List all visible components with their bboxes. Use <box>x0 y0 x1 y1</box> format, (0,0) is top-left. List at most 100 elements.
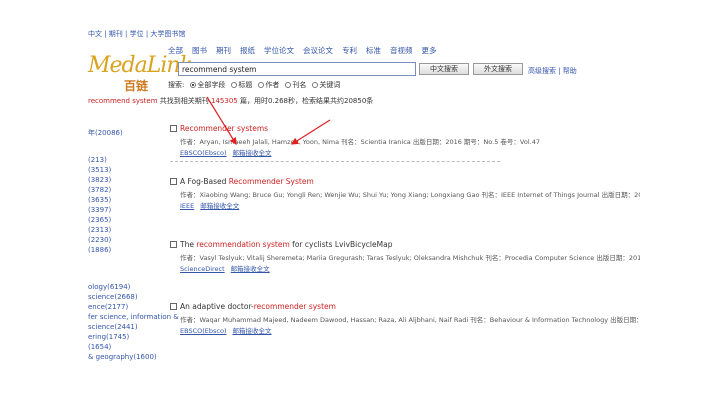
facet-item[interactable]: & geography(1600) <box>88 353 157 361</box>
facet-item[interactable]: (3823) <box>88 176 111 184</box>
scope-option[interactable]: 全部字段 <box>190 80 225 90</box>
result-title-row[interactable]: A Fog-Based Recommender System <box>170 177 640 186</box>
search-type-nav: 全部 图书 期刊 报纸 学位论文 会议论文 专利 标准 音视频 更多 <box>168 45 437 56</box>
source-link[interactable]: EBSCO(Ebsco) <box>180 149 226 157</box>
title-highlight: recommendation system <box>196 240 290 249</box>
nav-item[interactable]: 专利 <box>342 45 357 56</box>
facet-item[interactable]: 年(20086) <box>88 128 123 138</box>
result-middle: 共找到相关期刊 <box>159 97 209 105</box>
source-link[interactable]: IEEE <box>180 202 194 210</box>
facet-item[interactable]: science(2441) <box>88 323 138 331</box>
search-input[interactable] <box>178 62 416 76</box>
nav-item[interactable]: 图书 <box>192 45 207 56</box>
nav-item[interactable]: 会议论文 <box>303 45 333 56</box>
scope-option-label: 作者 <box>265 81 280 89</box>
result-meta: 作者：Vasyl Teslyuk; Vitalij Sheremeta; Mar… <box>180 254 640 262</box>
result-title-row[interactable]: Recommender systems <box>170 124 640 133</box>
title-highlight: Recommender systems <box>180 124 269 133</box>
title-highlight: recommender system <box>253 302 336 311</box>
nav-item[interactable]: 标准 <box>366 45 381 56</box>
divider <box>170 161 500 162</box>
result-meta: 作者：Xiaobing Wang; Bruce Gu; Yongli Ren; … <box>180 191 640 199</box>
result-links: IEEE 邮箱接收全文 <box>180 200 640 210</box>
facet-item[interactable]: (2313) <box>88 226 111 234</box>
nav-item[interactable]: 全部 <box>168 45 183 56</box>
radio-icon[interactable] <box>285 82 292 88</box>
scope-option[interactable]: 标题 <box>231 80 252 90</box>
radio-icon[interactable] <box>231 82 238 88</box>
result-links: ScienceDirect 邮箱接收全文 <box>180 263 640 273</box>
email-fulltext-link[interactable]: 邮箱接收全文 <box>231 265 270 273</box>
checkbox-icon[interactable] <box>170 125 177 132</box>
radio-icon[interactable] <box>258 82 265 88</box>
logo-cn: 百链 <box>124 79 149 93</box>
top-bar[interactable]: 中文 | 期刊 | 学位 | 大学图书馆 <box>88 29 185 39</box>
result-title-row[interactable]: The recommendation system for cyclists L… <box>170 240 640 249</box>
facet-item[interactable]: (1654) <box>88 343 111 351</box>
title-highlight: Recommender System <box>228 177 314 186</box>
result-count: 145305 <box>211 97 238 105</box>
facet-item[interactable]: ology(6194) <box>88 283 130 291</box>
scope-label: 搜索: <box>168 81 185 89</box>
result-item: A Fog-Based Recommender System 作者：Xiaobin… <box>170 177 640 210</box>
title-post: for cyclists LvivBicycleMap <box>289 240 393 249</box>
result-links: EBSCO(Ebsco) 邮箱接收全文 <box>180 147 640 157</box>
result-meta: 作者：Waqar Muhammad Majeed, Nadeem Dawood,… <box>180 316 640 324</box>
email-fulltext-link[interactable]: 邮箱接收全文 <box>232 327 271 335</box>
radio-icon[interactable] <box>312 82 319 88</box>
radio-icon[interactable] <box>190 82 197 88</box>
facet-item[interactable]: (3635) <box>88 196 111 204</box>
scope-option[interactable]: 关键词 <box>312 80 340 90</box>
nav-item[interactable]: 学位论文 <box>264 45 294 56</box>
facet-item[interactable]: (3782) <box>88 186 111 194</box>
scope-option[interactable]: 刊名 <box>285 80 306 90</box>
nav-item[interactable]: 报纸 <box>240 45 255 56</box>
nav-item[interactable]: 音视频 <box>390 45 413 56</box>
nav-item[interactable]: 更多 <box>422 45 437 56</box>
checkbox-icon[interactable] <box>170 241 177 248</box>
scope-option-label: 刊名 <box>292 81 307 89</box>
result-title[interactable]: Recommender systems <box>180 124 268 133</box>
result-title[interactable]: The recommendation system for cyclists L… <box>180 240 392 249</box>
scope-option-label: 全部字段 <box>197 81 226 89</box>
result-tail: 篇，用时0.268秒，检索结果共约20850条 <box>239 97 374 105</box>
email-fulltext-link[interactable]: 邮箱接收全文 <box>200 202 239 210</box>
scope-option-label: 标题 <box>238 81 253 89</box>
facet-item[interactable]: fer science, information & <box>88 313 179 321</box>
scope-option-label: 关键词 <box>319 81 341 89</box>
foreign-search-button[interactable]: 外文搜索 <box>473 63 523 75</box>
scope-option[interactable]: 作者 <box>258 80 279 90</box>
checkbox-icon[interactable] <box>170 303 177 310</box>
result-item: An adaptive doctor-recommender system 作者：… <box>170 302 640 335</box>
result-summary: recommend system 共找到相关期刊 145305 篇，用时0.26… <box>88 96 373 106</box>
facet-item[interactable]: (3513) <box>88 166 111 174</box>
nav-item[interactable]: 期刊 <box>216 45 231 56</box>
email-fulltext-link[interactable]: 邮箱接收全文 <box>232 149 271 157</box>
result-meta: 作者：Aryan, Ismaeeh Jalali, Hamzeh, Yoon, … <box>180 138 540 146</box>
title-pre: An adaptive doctor- <box>180 302 254 311</box>
source-link[interactable]: EBSCO(Ebsco) <box>180 327 226 335</box>
source-link[interactable]: ScienceDirect <box>180 265 225 273</box>
facet-item[interactable]: (1886) <box>88 246 111 254</box>
title-pre: A Fog-Based <box>180 177 229 186</box>
facet-item[interactable]: (3397) <box>88 206 111 214</box>
result-title[interactable]: An adaptive doctor-recommender system <box>180 302 336 311</box>
chinese-search-button[interactable]: 中文搜索 <box>419 63 469 75</box>
logo-brand: MedaLink <box>88 53 193 78</box>
facet-item[interactable]: ering(1745) <box>88 333 129 341</box>
facet-item[interactable]: (2365) <box>88 216 111 224</box>
advanced-search-link[interactable]: 高级搜索 | 帮助 <box>528 66 577 76</box>
result-title-row[interactable]: An adaptive doctor-recommender system <box>170 302 640 311</box>
result-links: EBSCO(Ebsco) 邮箱接收全文 <box>180 325 640 335</box>
facet-item[interactable]: ence(2177) <box>88 303 128 311</box>
checkbox-icon[interactable] <box>170 178 177 185</box>
facet-item[interactable]: (2230) <box>88 236 111 244</box>
result-keyword: recommend system <box>88 97 158 105</box>
result-item: Recommender systems 作者：Aryan, Ismaeeh Jal… <box>170 124 640 162</box>
result-item: The recommendation system for cyclists L… <box>170 240 640 273</box>
title-pre: The <box>180 240 197 249</box>
facet-item[interactable]: science(2668) <box>88 293 138 301</box>
facet-item[interactable]: (213) <box>88 156 107 164</box>
result-title[interactable]: A Fog-Based Recommender System <box>180 177 314 186</box>
logo: MedaLink 百链 <box>88 53 193 93</box>
